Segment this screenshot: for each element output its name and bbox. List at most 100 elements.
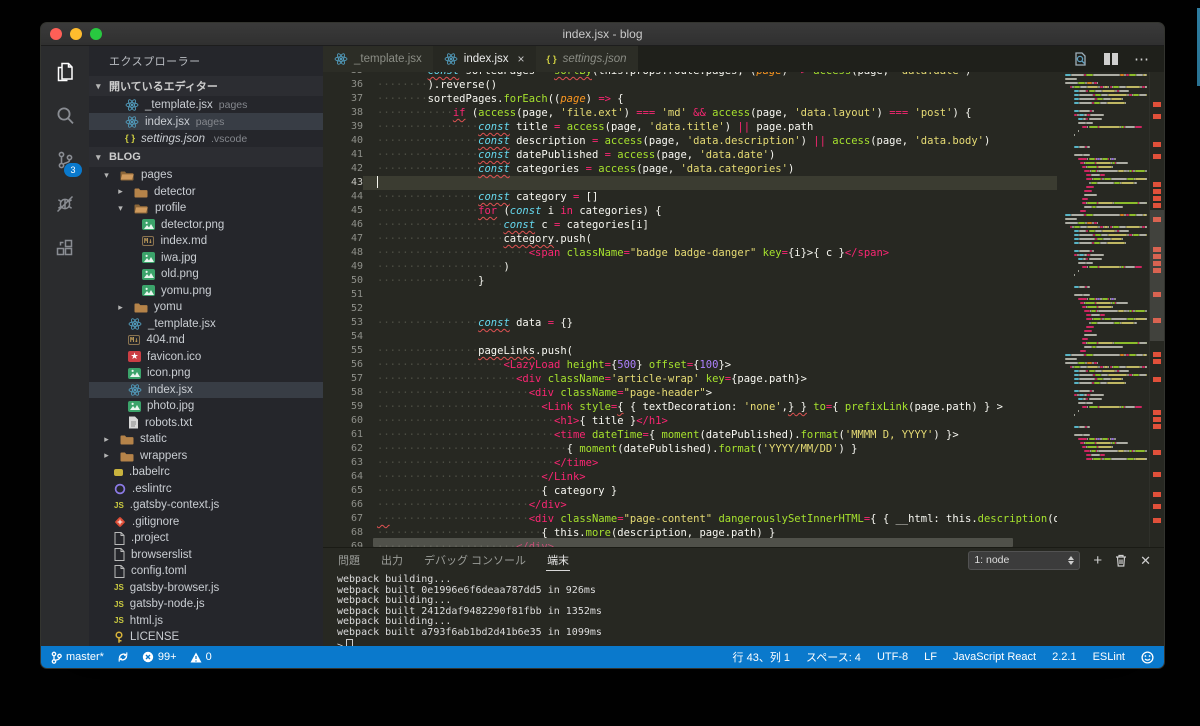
code-line[interactable]: 57······················<div className='…	[323, 372, 1057, 386]
tree-item[interactable]: index.jsx	[89, 382, 323, 399]
tree-item[interactable]: browserslist	[89, 547, 323, 564]
code-line[interactable]: 36········).reverse()	[323, 78, 1057, 92]
root-folder-header[interactable]: ▾ BLOG	[89, 147, 323, 167]
code-line[interactable]: 62······························{ moment…	[323, 442, 1057, 456]
tree-item[interactable]: ▸yomu	[89, 299, 323, 316]
tree-item[interactable]: detector.png	[89, 217, 323, 234]
code-editor[interactable]: 35········const sortedPages = sortBy(thi…	[323, 72, 1164, 547]
activity-bar-item-source-control[interactable]: 3	[41, 138, 89, 182]
status-item[interactable]: ESLint	[1093, 651, 1125, 663]
tab-index.jsx[interactable]: index.jsx×	[433, 46, 536, 72]
code-line[interactable]: 52	[323, 302, 1057, 316]
code-line[interactable]: 64··························</Link>	[323, 470, 1057, 484]
status-sync[interactable]	[117, 651, 129, 663]
status-warning[interactable]: 0	[190, 651, 212, 663]
code-line[interactable]: 46····················const c = categori…	[323, 218, 1057, 232]
horizontal-scrollbar[interactable]	[373, 538, 1013, 547]
code-line[interactable]: 51	[323, 288, 1057, 302]
status-item[interactable]: 2.2.1	[1052, 651, 1076, 663]
code-line[interactable]: 65··························{ category }	[323, 484, 1057, 498]
minimap[interactable]	[1057, 72, 1149, 547]
feedback-smiley[interactable]	[1141, 651, 1154, 664]
terminal-select[interactable]: 1: node	[968, 551, 1080, 570]
tree-item[interactable]: icon.png	[89, 365, 323, 382]
code-line[interactable]: 47····················category.push(	[323, 232, 1057, 246]
panel-tab-端末[interactable]: 端末	[546, 549, 570, 571]
code-line[interactable]: 42················const categories = acc…	[323, 162, 1057, 176]
tree-item[interactable]: M↓404.md	[89, 332, 323, 349]
status-item[interactable]: LF	[924, 651, 937, 663]
activity-bar-item-search[interactable]	[41, 94, 89, 138]
code-line[interactable]: 53················const data = {}	[323, 316, 1057, 330]
panel-tab-出力[interactable]: 出力	[380, 549, 404, 571]
code-line[interactable]: 44················const category = []	[323, 190, 1057, 204]
title-bar[interactable]: index.jsx - blog	[41, 23, 1164, 46]
tree-item[interactable]: ▸wrappers	[89, 448, 323, 465]
open-editor-item[interactable]: _template.jsxpages	[89, 96, 323, 113]
tree-item[interactable]: JS.gatsby-context.js	[89, 497, 323, 514]
tab-_template.jsx[interactable]: _template.jsx	[323, 46, 433, 72]
status-item[interactable]: スペース: 4	[806, 649, 861, 665]
tree-item[interactable]: .babelrc	[89, 464, 323, 481]
code-line[interactable]: 45················for (const i in catego…	[323, 204, 1057, 218]
status-item[interactable]: 行 43、列 1	[733, 649, 790, 665]
open-editors-header[interactable]: ▾ 開いているエディター	[89, 76, 323, 96]
activity-bar-item-explorer[interactable]	[41, 50, 89, 94]
panel-tab-デバッグ コンソール[interactable]: デバッグ コンソール	[423, 549, 527, 571]
tree-item[interactable]: robots.txt	[89, 415, 323, 432]
tree-item[interactable]: yomu.png	[89, 283, 323, 300]
tree-item[interactable]: config.toml	[89, 563, 323, 580]
code-line[interactable]: 59··························<Link style=…	[323, 400, 1057, 414]
close-icon[interactable]: ×	[518, 52, 525, 66]
vertical-scrollbar[interactable]	[1150, 210, 1164, 341]
code-line[interactable]: 56····················<LazyLoad height={…	[323, 358, 1057, 372]
code-line[interactable]: 61····························<time date…	[323, 428, 1057, 442]
tree-item[interactable]: ★favicon.ico	[89, 349, 323, 366]
tree-item[interactable]: M↓index.md	[89, 233, 323, 250]
tree-item[interactable]: photo.jpg	[89, 398, 323, 415]
code-line[interactable]: 48························<span classNam…	[323, 246, 1057, 260]
tree-item[interactable]: JSgatsby-node.js	[89, 596, 323, 613]
overview-ruler[interactable]	[1149, 72, 1164, 547]
code-line[interactable]: 60····························<h1>{ titl…	[323, 414, 1057, 428]
code-line[interactable]: 39················const title = access(p…	[323, 120, 1057, 134]
code-line[interactable]: 58························<div className…	[323, 386, 1057, 400]
terminal-output[interactable]: webpack building...webpack built 0e1996e…	[323, 572, 1164, 646]
code-line[interactable]: 37········sortedPages.forEach((page) => …	[323, 92, 1057, 106]
code-line[interactable]: 67························<div className…	[323, 512, 1057, 526]
code-line[interactable]: 63····························</time>	[323, 456, 1057, 470]
tree-item[interactable]: ▸detector	[89, 184, 323, 201]
close-panel-icon[interactable]: ✕	[1140, 554, 1151, 567]
open-preview-icon[interactable]	[1072, 51, 1088, 67]
status-item[interactable]: JavaScript React	[953, 651, 1036, 663]
split-editor-icon[interactable]	[1103, 52, 1119, 66]
code-line[interactable]: 38············if (access(page, 'file.ext…	[323, 106, 1057, 120]
activity-bar-item-debug[interactable]	[41, 182, 89, 226]
new-terminal-icon[interactable]: +	[1093, 554, 1102, 567]
tree-item[interactable]: JSgatsby-browser.js	[89, 580, 323, 597]
code-line[interactable]: 43	[323, 176, 1057, 190]
tab-settings.json[interactable]: { }settings.json	[536, 46, 638, 72]
tree-item[interactable]: ▸static	[89, 431, 323, 448]
activity-bar-item-extensions[interactable]	[41, 226, 89, 270]
code-line[interactable]: 66························</div>	[323, 498, 1057, 512]
code-line[interactable]: 54	[323, 330, 1057, 344]
code-line[interactable]: 49····················)	[323, 260, 1057, 274]
tree-item[interactable]: iwa.jpg	[89, 250, 323, 267]
open-editor-item[interactable]: index.jsxpages	[89, 113, 323, 130]
status-item[interactable]: UTF-8	[877, 651, 908, 663]
open-editor-item[interactable]: { }settings.json.vscode	[89, 130, 323, 147]
tree-item[interactable]: JShtml.js	[89, 613, 323, 630]
code-line[interactable]: 55················pageLinks.push(	[323, 344, 1057, 358]
code-line[interactable]: 50················}	[323, 274, 1057, 288]
tree-item[interactable]: .gitignore	[89, 514, 323, 531]
code-line[interactable]: 41················const datePublished = …	[323, 148, 1057, 162]
tree-item[interactable]: ▾profile	[89, 200, 323, 217]
tree-item[interactable]: ▾pages	[89, 167, 323, 184]
tree-item[interactable]: LICENSE	[89, 629, 323, 646]
tree-item[interactable]: .eslintrc	[89, 481, 323, 498]
more-actions-icon[interactable]: ⋯	[1134, 50, 1150, 68]
tree-item[interactable]: .project	[89, 530, 323, 547]
status-branch[interactable]: master*	[51, 651, 104, 664]
kill-terminal-icon[interactable]	[1115, 554, 1127, 567]
